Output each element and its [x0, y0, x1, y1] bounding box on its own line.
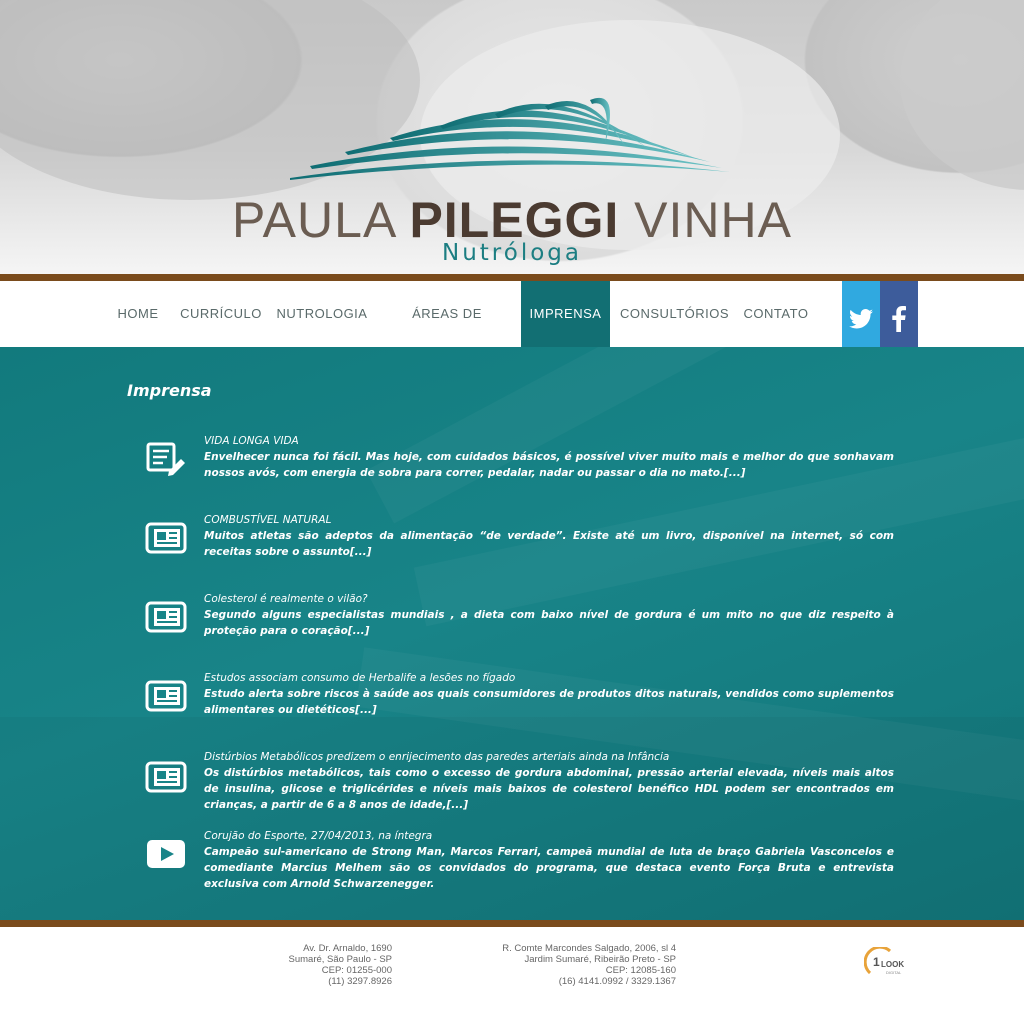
- article-title[interactable]: COMBUSTÍVEL NATURAL: [204, 512, 894, 528]
- footer: Av. Dr. Arnaldo, 1690 Sumaré, São Paulo …: [0, 927, 1024, 1024]
- video-play-icon: [147, 840, 185, 868]
- newspaper-icon: [145, 680, 187, 712]
- nav-item-imprensa[interactable]: IMPRENSA: [521, 281, 610, 347]
- article-summary: Campeão sul-americano de Strong Man, Mar…: [204, 846, 894, 890]
- footer-divider: [0, 920, 1024, 927]
- twitter-button[interactable]: [842, 281, 880, 356]
- address-line: CEP: 12085-160: [605, 965, 676, 976]
- address-line: CEP: 01255-000: [321, 965, 392, 976]
- nav-item-nutrologia[interactable]: NUTROLOGIA: [276, 281, 368, 347]
- address-line: Av. Dr. Arnaldo, 1690: [303, 943, 392, 954]
- brand-name: LOOK: [881, 960, 904, 969]
- nav-item-contato[interactable]: CONTATO: [738, 281, 814, 347]
- address-line: Sumaré, São Paulo - SP: [288, 954, 393, 965]
- facebook-button[interactable]: [880, 281, 918, 356]
- article-summary: Envelhecer nunca foi fácil. Mas hoje, co…: [204, 451, 894, 479]
- page-title: Imprensa: [127, 381, 212, 400]
- onelook-digital-logo[interactable]: 1 LOOK DIGITAL: [864, 947, 918, 979]
- logo-name[interactable]: PAULA PILEGGI VINHA: [0, 193, 1024, 247]
- main-nav: HOME CURRÍCULO NUTROLOGIA ÁREAS DE ATUAÇ…: [0, 281, 1024, 387]
- nav-item-consultorios[interactable]: CONSULTÓRIOS: [620, 281, 729, 347]
- document-edit-icon: [146, 442, 185, 476]
- newspaper-icon: [145, 761, 187, 793]
- article-title[interactable]: Corujão do Esporte, 27/04/2013, na ínteg…: [204, 828, 894, 844]
- newspaper-icon: [145, 601, 187, 633]
- content-area: Imprensa VIDA LONGA VIDA Envelhecer nunc…: [0, 347, 1024, 920]
- address-phone: (16) 4141.0992 / 3329.1367: [558, 976, 676, 987]
- logo-subtitle: Nutróloga: [442, 240, 582, 266]
- address-line: R. Comte Marcondes Salgado, 2006, sl 4: [502, 943, 676, 954]
- address-phone: (11) 3297.8926: [328, 976, 392, 987]
- header-banner: PAULA PILEGGI VINHA Nutróloga: [0, 0, 1024, 274]
- nav-item-home[interactable]: HOME: [108, 281, 168, 347]
- article-summary: Os distúrbios metabólicos, tais como o e…: [204, 767, 894, 811]
- newspaper-icon: [145, 522, 187, 554]
- article-title[interactable]: Estudos associam consumo de Herbalife a …: [204, 670, 894, 686]
- article-summary: Muitos atletas são adeptos da alimentaçã…: [204, 530, 894, 558]
- twitter-icon: [849, 308, 873, 328]
- facebook-icon: [892, 305, 906, 332]
- article-title[interactable]: VIDA LONGA VIDA: [204, 433, 894, 449]
- address-line: Jardim Sumaré, Ribeirão Preto - SP: [524, 954, 676, 965]
- address-sumare: Av. Dr. Arnaldo, 1690 Sumaré, São Paulo …: [240, 943, 393, 987]
- background-stone: [900, 0, 1024, 190]
- brand-number: 1: [873, 955, 880, 969]
- nav-item-curriculo[interactable]: CURRÍCULO: [180, 281, 262, 347]
- nav-item-areas-de-atuacao[interactable]: ÁREAS DE ATUAÇÃO: [382, 281, 512, 387]
- logo-fan-icon: [290, 97, 730, 180]
- article-title[interactable]: Distúrbios Metabólicos predizem o enrije…: [204, 749, 894, 765]
- article-summary: Estudo alerta sobre riscos à saúde aos q…: [204, 688, 894, 716]
- header-divider: [0, 274, 1024, 281]
- article-summary: Segundo alguns especialistas mundiais , …: [204, 609, 894, 637]
- article-title[interactable]: Colesterol é realmente o vilão?: [204, 591, 894, 607]
- brand-tagline: DIGITAL: [886, 970, 902, 975]
- address-ribeirao-preto: R. Comte Marcondes Salgado, 2006, sl 4 J…: [450, 943, 676, 987]
